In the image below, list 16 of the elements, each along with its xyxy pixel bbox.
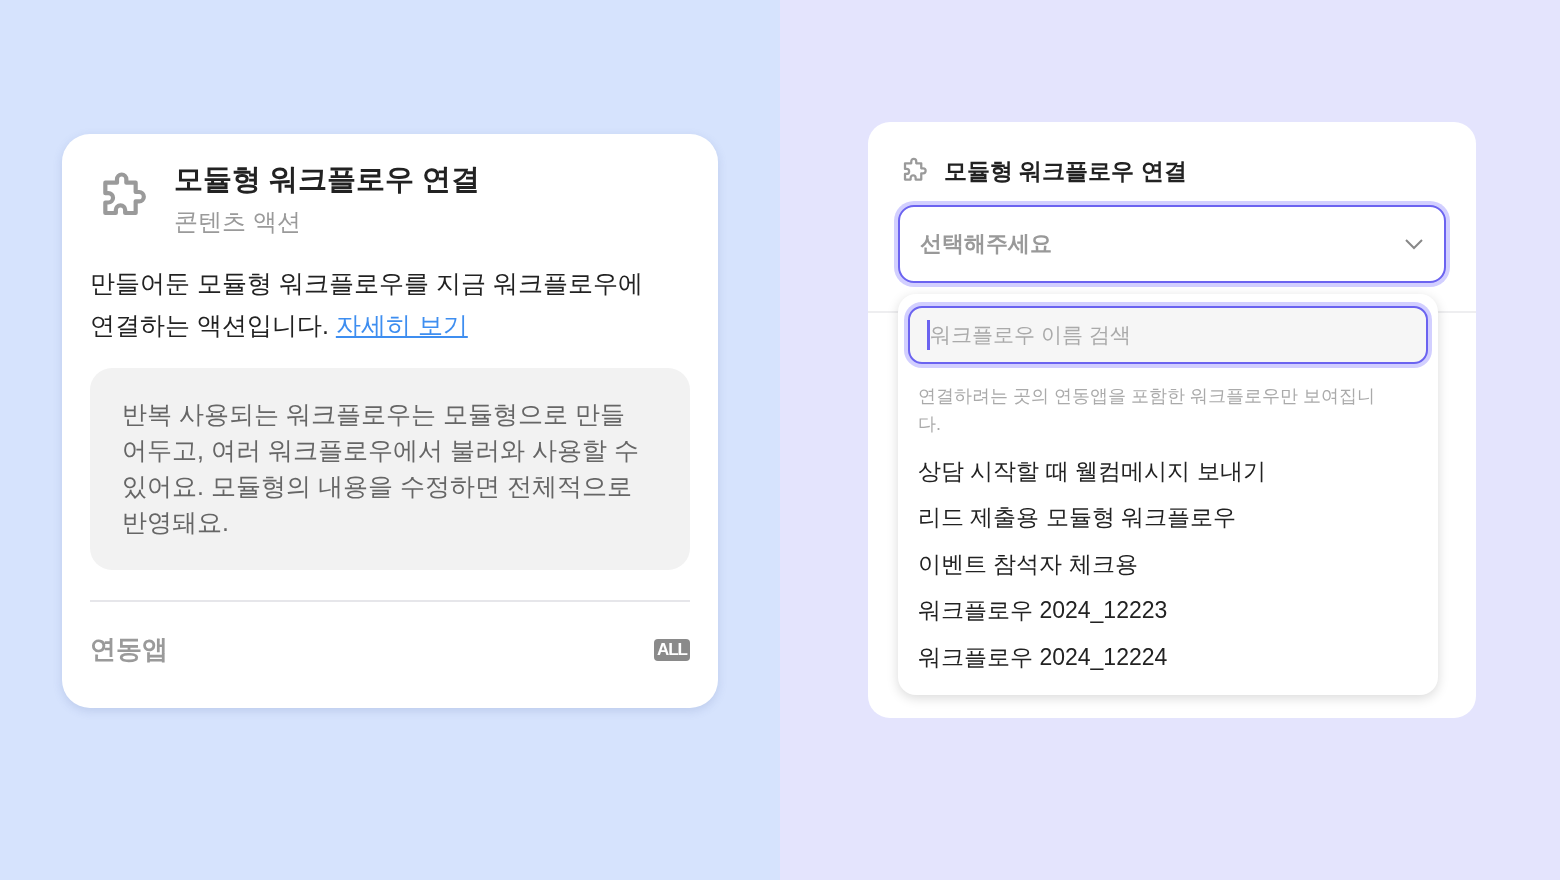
workflow-option[interactable]: 리드 제출용 모듈형 워크플로우: [908, 494, 1428, 541]
workflow-option[interactable]: 워크플로우 2024_12223: [908, 587, 1428, 634]
description-text: 만들어둔 모듈형 워크플로우를 지금 워크플로우에 연결하는 액션입니다. 자세히 보기: [90, 268, 644, 341]
search-field[interactable]: 워크플로우 이름 검색: [908, 306, 1428, 364]
card-title: 모듈형 워크플로우 연결: [944, 157, 1187, 186]
card-subtitle: 콘텐츠 액션: [174, 207, 302, 237]
workflow-option[interactable]: 이벤트 참석자 체크용: [908, 541, 1428, 588]
card-title: 모듈형 워크플로우 연결: [174, 162, 481, 197]
workflow-option[interactable]: 워크플로우 2024_12224: [908, 634, 1428, 681]
chevron-down-icon: [1404, 238, 1424, 250]
hint-text: 연결하려는 곳의 연동앱을 포함한 워크플로우만 보여집니다.: [917, 385, 1376, 436]
text-cursor: [927, 320, 930, 350]
all-badge: ALL: [653, 638, 690, 661]
integration-label: 연동앱: [90, 633, 168, 666]
workflow-option[interactable]: 상담 시작할 때 웰컴메시지 보내기: [908, 448, 1428, 495]
note-text: 반복 사용되는 워크플로우는 모듈형으로 만들어두고, 여러 워크플로우에서 불러와 사용할 수 있어요. 모듈형의 내용을 수정하면 전체적으로 반영돼요.: [122, 400, 639, 536]
